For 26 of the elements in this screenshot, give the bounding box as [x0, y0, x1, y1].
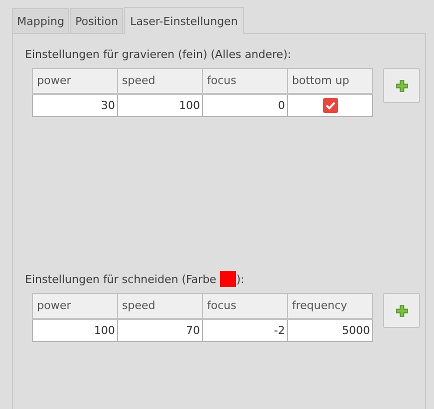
table-cell[interactable]: 0: [202, 94, 288, 116]
tab[interactable]: Position: [70, 8, 124, 33]
column-header: frequency: [288, 294, 372, 318]
table-cell[interactable]: 70: [118, 318, 202, 342]
column-header: focus: [202, 68, 288, 94]
add-button[interactable]: [383, 293, 420, 328]
table-cell[interactable]: 100: [32, 318, 118, 342]
checkbox[interactable]: [322, 98, 338, 113]
plus-icon: [396, 80, 408, 92]
column-header: speed: [118, 68, 202, 94]
column-header: bottom up: [288, 68, 372, 94]
tab[interactable]: Mapping: [12, 8, 70, 33]
table-cell[interactable]: 100: [118, 94, 202, 116]
section-label: Einstellungen für gravieren (fein) (Alles andere):: [25, 48, 292, 60]
column-header: power: [32, 294, 118, 318]
column-header: power: [32, 68, 118, 94]
column-header: focus: [202, 294, 288, 318]
add-button[interactable]: [383, 68, 420, 103]
table-cell[interactable]: 5000: [288, 318, 372, 342]
section-label: ):: [236, 272, 244, 286]
column-header: speed: [118, 294, 202, 318]
table-cell[interactable]: 30: [32, 94, 118, 116]
table-cell[interactable]: -2: [202, 318, 288, 342]
plus-icon: [396, 304, 408, 316]
tab[interactable]: Laser-Einstellungen: [124, 7, 244, 34]
section-label: Einstellungen für schneiden (Farbe: [25, 272, 216, 286]
